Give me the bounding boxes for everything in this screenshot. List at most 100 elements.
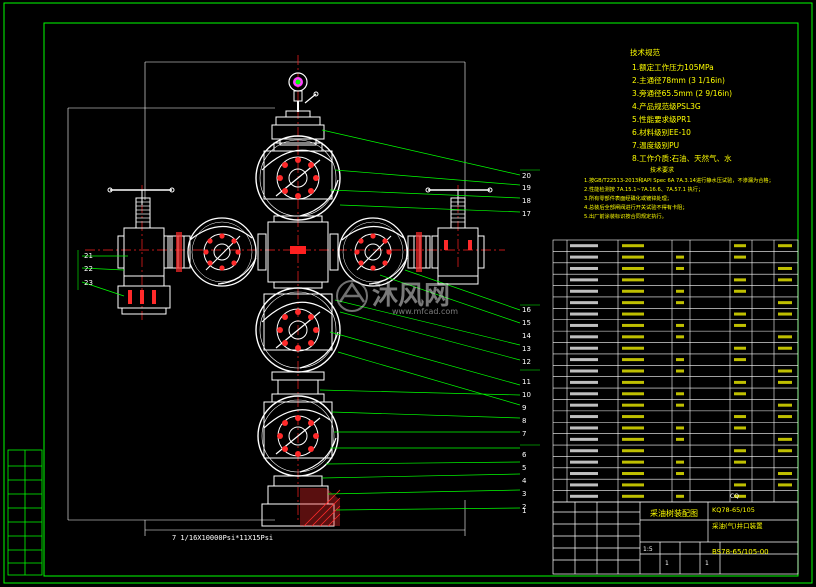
- bom-cell-text: [570, 494, 598, 498]
- bom-cell-text: [734, 483, 746, 487]
- bom-cell-text: [570, 472, 598, 476]
- bom-cell-text: [622, 437, 644, 441]
- right-choke-valve: [425, 187, 493, 285]
- tech-requirement-line: 3.所有零部件表面经磷化或镀锌处理；: [584, 194, 672, 202]
- bom-cell-text: [676, 494, 684, 498]
- bom-cell-text: [622, 494, 644, 498]
- bom-cell-text: [778, 278, 792, 282]
- bom-cell-text: [734, 449, 746, 453]
- part-number: 23: [84, 279, 93, 287]
- company-code: CQ: [730, 493, 739, 500]
- part-number: 12: [522, 358, 531, 366]
- part-number: 6: [522, 451, 527, 459]
- title-block-text: CQ 采油树装配图 KQ78-65/105 采油(气)井口装置 BS78-65/…: [643, 493, 769, 567]
- bom-cell-text: [622, 483, 644, 487]
- left-choke-valve: [107, 187, 175, 315]
- bom-cell-text: [622, 369, 644, 373]
- bom-cell-text: [570, 301, 598, 305]
- part-number: 20: [522, 172, 531, 180]
- bom-cell-text: [734, 380, 746, 384]
- part-number: 16: [522, 306, 531, 314]
- bom-cell-text: [676, 460, 684, 464]
- bom-cell-text: [570, 289, 598, 293]
- watermark-logo: [336, 280, 368, 312]
- bom-cell-text: [622, 323, 644, 327]
- bom-cell-text: [570, 415, 598, 419]
- bom-cell-text: [622, 449, 644, 453]
- sheet-number: 1: [665, 560, 669, 567]
- bom-cell-text: [778, 437, 792, 441]
- part-number: 19: [522, 184, 531, 192]
- bom-cell-text: [734, 392, 746, 396]
- bom-cell-text: [676, 323, 684, 327]
- bom-cell-text: [570, 392, 598, 396]
- part-number: 10: [522, 391, 531, 399]
- bom-cell-text: [570, 335, 598, 339]
- left-wing-valve: [167, 217, 257, 287]
- part-number: 3: [522, 490, 526, 498]
- bom-cell-text: [778, 403, 792, 407]
- tech-requirement-line: 4.总装后全部闸阀进行开关试验不得有卡阻；: [584, 203, 688, 211]
- bom-cell-text: [676, 358, 684, 362]
- bom-cell-text: [570, 346, 598, 350]
- tech-requirement-line: 5.出厂前涂装标识按合同规定执行。: [584, 212, 667, 220]
- bom-cell-text: [622, 244, 644, 248]
- bom-cell-text: [734, 460, 746, 464]
- part-number: 13: [522, 345, 531, 353]
- bom-cell-text: [734, 323, 746, 327]
- bom-cell-text: [778, 335, 792, 339]
- left-margin-strip: [7, 449, 43, 576]
- bom-cell-text: [778, 449, 792, 453]
- bom-cell-text: [734, 415, 746, 419]
- bom-cell-text: [570, 266, 598, 270]
- part-number: 7: [522, 430, 526, 438]
- tech-spec-line: 1.额定工作压力105MPa: [632, 62, 714, 72]
- tech-requirement-line: 1.按GB/T22513-2013和API Spec 6A 7A.3.14进行静…: [584, 176, 774, 184]
- part-number: 22: [84, 265, 93, 273]
- bom-cell-text: [676, 335, 684, 339]
- bom-cell-text: [622, 346, 644, 350]
- bom-cell-text: [622, 312, 644, 316]
- bom-cell-text: [734, 426, 746, 430]
- part-number: 1: [522, 507, 526, 515]
- bom-cell-text: [676, 392, 684, 396]
- bom-cell-text: [778, 266, 792, 270]
- bom-cell-text: [570, 437, 598, 441]
- tech-spec-line: 6.材料级别EE-10: [632, 127, 691, 137]
- tech-spec-line: 8.工作介质:石油、天然气、水: [632, 153, 732, 163]
- part-number: 8: [522, 417, 526, 425]
- pressure-gauge: [285, 72, 319, 118]
- bom-cell-text: [570, 312, 598, 316]
- bom-cell-text: [734, 278, 746, 282]
- cad-drawing-canvas: 7 1/16X10000Psi*11X15Psi 20 19 18 17 16 …: [3, 2, 813, 584]
- watermark-url: www.mfcad.com: [392, 307, 458, 316]
- tech-spec-line: 2.主通径78mm (3 1/16in): [632, 75, 725, 85]
- part-number: 18: [522, 197, 531, 205]
- part-number: 21: [84, 252, 93, 260]
- bom-cell-text: [622, 460, 644, 464]
- bom-cell-text: [734, 289, 746, 293]
- tech-requirement-line: 2.性能检测按 7A.15.1~7A.16.6、7A.57.1 执行；: [584, 185, 703, 193]
- bom-cell-text: [676, 301, 684, 305]
- bom-cell-text: [676, 426, 684, 430]
- drawing-subtitle: 采油(气)井口装置: [712, 521, 763, 530]
- bom-cell-text: [734, 255, 746, 259]
- bom-cell-text: [676, 403, 684, 407]
- bom-cell-text: [622, 380, 644, 384]
- bom-cell-text: [734, 358, 746, 362]
- tech-requirements-heading: 技术要求: [650, 166, 674, 174]
- bom-cell-text: [778, 380, 792, 384]
- bom-cell-text: [622, 255, 644, 259]
- bom-cell-text: [676, 266, 684, 270]
- tech-spec-line: 5.性能要求级PR1: [632, 114, 691, 124]
- bom-cell-text: [778, 369, 792, 373]
- bom-cell-text: [570, 460, 598, 464]
- tech-specs: 技术规范 1.额定工作压力105MPa 2.主通径78mm (3 1/16in)…: [630, 47, 732, 163]
- bom-cell-text: [570, 358, 598, 362]
- bom-cell-text: [622, 472, 644, 476]
- bom-cell-text: [676, 255, 684, 259]
- bom-cell-text: [622, 266, 644, 270]
- bom-cell-text: [778, 346, 792, 350]
- part-number: 5: [522, 464, 526, 472]
- right-wing-valve: [338, 217, 431, 287]
